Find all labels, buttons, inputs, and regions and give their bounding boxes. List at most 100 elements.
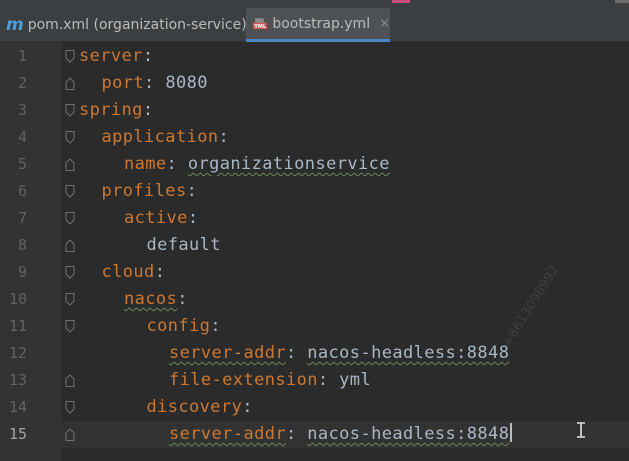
code-text[interactable]: spring:	[79, 97, 153, 124]
code-text[interactable]: server-addr: nacos-headless:8848	[169, 421, 513, 448]
code-line[interactable]: 13 file-extension: yml	[0, 367, 629, 394]
fold-start-icon[interactable]	[64, 212, 76, 225]
fold-start-icon[interactable]	[64, 185, 76, 198]
yaml-value: nacos-headless:8848	[307, 424, 510, 444]
tab-marker	[392, 0, 410, 3]
yaml-colon: :	[210, 316, 221, 336]
tab-pom-xml[interactable]: m pom.xml (organization-service) ×	[0, 8, 267, 42]
tab-label: bootstrap.yml	[272, 15, 371, 32]
line-number: 9	[17, 263, 27, 281]
yaml-colon: :	[177, 289, 188, 309]
yaml-value: organizationservice	[187, 154, 390, 174]
yaml-colon: :	[285, 424, 297, 444]
code-line[interactable]: 5 name: organizationservice	[0, 151, 629, 178]
tab-label: pom.xml (organization-service)	[27, 17, 247, 33]
yaml-key: name	[124, 154, 167, 174]
yaml-key: file-extension	[169, 370, 318, 390]
line-number: 2	[17, 74, 27, 92]
fold-start-icon[interactable]	[64, 293, 76, 306]
fold-start-icon[interactable]	[64, 131, 76, 144]
fold-start-icon[interactable]	[64, 401, 76, 414]
yaml-key: active	[124, 208, 188, 228]
fold-start-icon[interactable]	[64, 50, 76, 63]
line-number: 7	[17, 209, 27, 227]
fold-end-icon[interactable]	[64, 374, 76, 387]
yaml-key: port	[101, 73, 145, 93]
code-line[interactable]: 9 cloud:	[0, 259, 629, 286]
code-line[interactable]: 4 application:	[0, 124, 629, 151]
yaml-colon: :	[218, 127, 230, 147]
yaml-colon: :	[317, 370, 329, 390]
maven-icon: m	[6, 14, 24, 35]
yaml-key: application	[101, 127, 219, 147]
text-caret	[510, 423, 513, 442]
code-line[interactable]: 1 server:	[0, 43, 629, 70]
yaml-colon: :	[187, 208, 199, 228]
line-number: 13	[8, 371, 27, 389]
code-text[interactable]: nacos:	[124, 286, 188, 313]
editor-tab-bar: m pom.xml (organization-service) × YML b…	[0, 0, 629, 42]
line-number: 11	[8, 317, 27, 335]
code-text[interactable]: server:	[79, 43, 153, 70]
yaml-key: config	[146, 316, 211, 336]
code-line[interactable]: 14 discovery:	[0, 394, 629, 421]
code-text[interactable]: server-addr: nacos-headless:8848	[169, 340, 509, 367]
yaml-key: discovery	[146, 397, 243, 417]
fold-end-icon[interactable]	[64, 158, 76, 171]
yaml-value: yml	[339, 370, 372, 390]
code-text[interactable]: application:	[102, 124, 230, 151]
code-text[interactable]: active:	[124, 205, 198, 232]
code-text[interactable]: file-extension: yml	[169, 367, 371, 394]
yaml-key: cloud	[101, 262, 155, 282]
code-text[interactable]: discovery:	[147, 394, 253, 421]
code-text[interactable]: default	[147, 232, 221, 259]
tab-bootstrap-yml[interactable]: YML bootstrap.yml ×	[246, 8, 390, 42]
fold-end-icon[interactable]	[64, 77, 76, 90]
yaml-colon: :	[142, 46, 154, 66]
code-text[interactable]: name: organizationservice	[124, 151, 390, 178]
line-number: 3	[17, 101, 27, 119]
code-editor[interactable]: 1 server: 2 port: 8080 3 spring: 4 application:…	[0, 42, 629, 461]
svg-text:YML: YML	[253, 23, 267, 29]
line-number: 12	[8, 344, 27, 362]
code-text[interactable]: port: 8080	[102, 70, 208, 97]
code-text[interactable]: profiles:	[102, 178, 198, 205]
code-line[interactable]: 3 spring:	[0, 97, 629, 124]
close-icon[interactable]: ×	[379, 16, 390, 31]
line-number: 14	[8, 398, 27, 416]
fold-start-icon[interactable]	[64, 266, 76, 279]
code-line[interactable]: 11 config:	[0, 313, 629, 340]
code-line[interactable]: 2 port: 8080	[0, 70, 629, 97]
yaml-colon: :	[144, 73, 155, 93]
yaml-colon: :	[242, 397, 253, 417]
fold-end-icon[interactable]	[64, 239, 76, 252]
code-line[interactable]: 8 default	[0, 232, 629, 259]
line-number: 10	[8, 290, 27, 308]
code-line[interactable]: 7 active:	[0, 205, 629, 232]
code-line[interactable]: 15 server-addr: nacos-headless:8848	[0, 421, 629, 448]
yaml-value: default	[146, 235, 221, 255]
tab-overflow-marker	[615, 0, 629, 3]
yaml-colon: :	[154, 262, 166, 282]
yaml-key: server	[79, 46, 143, 66]
code-line[interactable]: 12 server-addr: nacos-headless:8848	[0, 340, 629, 367]
yaml-value: 8080	[165, 73, 208, 93]
yaml-value: nacos-headless:8848	[307, 343, 510, 363]
text-cursor-icon	[577, 422, 585, 438]
yaml-colon: :	[285, 343, 297, 363]
yaml-key: profiles	[101, 181, 187, 201]
yaml-key: server-addr	[169, 343, 286, 363]
fold-end-icon[interactable]	[64, 428, 76, 441]
line-number: 1	[17, 47, 27, 65]
code-line[interactable]: 6 profiles:	[0, 178, 629, 205]
line-number: 15	[8, 425, 27, 443]
fold-start-icon[interactable]	[64, 104, 76, 117]
code-text[interactable]: config:	[147, 313, 221, 340]
line-number: 8	[17, 236, 27, 254]
fold-start-icon[interactable]	[64, 320, 76, 333]
code-text[interactable]: cloud:	[102, 259, 166, 286]
line-number: 6	[17, 182, 27, 200]
line-number: 5	[17, 155, 27, 173]
ide-window: m pom.xml (organization-service) × YML b…	[0, 0, 629, 461]
yml-file-icon: YML	[253, 17, 268, 29]
